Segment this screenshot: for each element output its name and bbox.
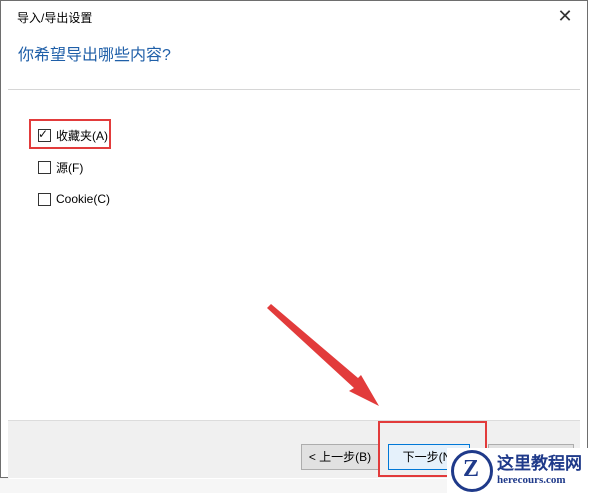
option-label-cookies: Cookie(C)	[56, 192, 111, 206]
option-feeds[interactable]: 源(F)	[38, 158, 83, 176]
cookies-checkbox[interactable]	[38, 192, 51, 206]
back-button[interactable]: < 上一步(B)	[301, 444, 379, 470]
dialog-header: 你希望导出哪些内容?	[8, 31, 580, 89]
red-arrow-annotation	[267, 304, 379, 406]
title-bar: 导入/导出设置 ✕	[1, 1, 587, 32]
page-question: 你希望导出哪些内容?	[18, 47, 171, 64]
watermark-logo: Z	[451, 449, 493, 492]
highlight-box-favorites	[29, 119, 111, 149]
watermark-title: 这里教程网	[497, 454, 582, 474]
watermark-url: herecours.com	[497, 474, 566, 486]
watermark: Z 这里教程网 herecours.com	[447, 448, 596, 493]
dialog-title: 导入/导出设置	[17, 11, 93, 25]
watermark-logo-letter: Z	[463, 455, 480, 482]
feeds-checkbox[interactable]	[38, 160, 51, 174]
close-button[interactable]: ✕	[553, 5, 577, 27]
option-cookies[interactable]: Cookie(C)	[38, 190, 110, 208]
option-label-feeds: 源(F)	[56, 160, 84, 175]
